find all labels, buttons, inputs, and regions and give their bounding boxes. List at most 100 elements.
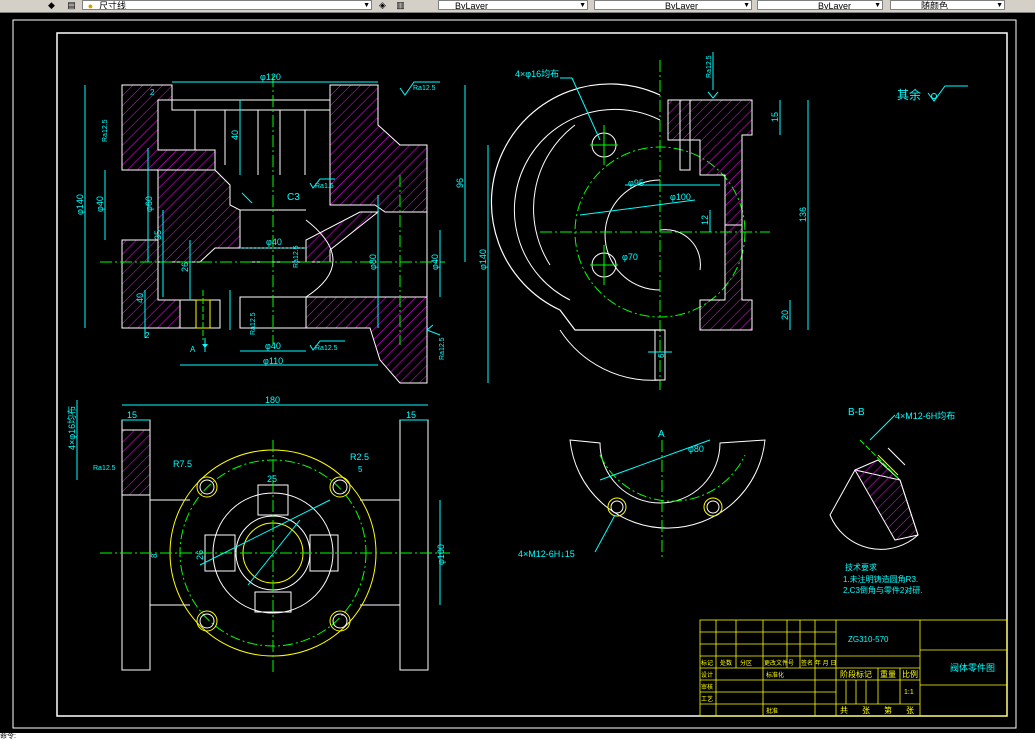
dim-d110: φ110 xyxy=(263,356,283,366)
tb-header-count: 处数 xyxy=(720,659,732,667)
bottom-hatch-flange xyxy=(121,429,151,496)
side-dim-136: 136 xyxy=(798,207,808,222)
command-line[interactable]: 命令: xyxy=(0,733,1035,740)
dim-d40-right: φ40 xyxy=(430,254,440,270)
side-hatch-top xyxy=(667,99,753,226)
layer-manager-icon[interactable]: ◆ xyxy=(46,0,57,11)
tb-header-mark: 标记 xyxy=(701,659,713,667)
tb-header-sign: 签名 xyxy=(801,659,813,667)
layer-previous-icon[interactable]: ▥ xyxy=(395,0,406,11)
lightbulb-icon: ● xyxy=(87,1,94,10)
side-bolt-holes-label: 4×φ16均布 xyxy=(515,68,559,79)
tb-craft: 工艺 xyxy=(701,695,713,703)
plotstyle-combo[interactable]: 随颜色 ▼ xyxy=(890,0,1005,10)
view-a-marker: A xyxy=(190,345,196,354)
tb-sheets-no: 第 xyxy=(884,705,892,715)
dim-d60: φ60 xyxy=(144,196,154,212)
bottom-dim-180: 180 xyxy=(265,395,280,405)
roughness-rest-note: 其余 xyxy=(897,85,968,102)
bottom-ra-12-5: Ra12.5 xyxy=(93,465,116,472)
side-dim-15: 15 xyxy=(770,112,780,122)
color-combo[interactable]: ByLayer ▼ xyxy=(438,0,588,10)
bottom-holes-label: 4×φ16均布 xyxy=(66,406,77,450)
front-hatch-bottom xyxy=(305,296,428,384)
dim-96: 96 xyxy=(455,178,465,188)
ra-1-6: Ra1.6 xyxy=(315,183,334,190)
bb-m12-thread: 4×M12-6H均布 xyxy=(895,410,955,421)
chevron-down-icon: ▼ xyxy=(363,2,370,9)
ra-12-5-d: Ra12.5 xyxy=(439,337,446,360)
command-line-text: 命令: xyxy=(0,733,16,740)
dim-d40-left: φ40 xyxy=(95,196,105,212)
dim-d40-bottom: φ40 xyxy=(265,341,281,351)
front-hatch-left-upper xyxy=(121,84,216,171)
tech-notes-line2: 2.C3倒角与零件2对研. xyxy=(843,585,923,595)
bottom-view xyxy=(76,400,450,675)
tech-notes-line1: 1.未注明铸造圆角R3. xyxy=(843,574,918,584)
arc-section-a-label: A xyxy=(658,429,665,440)
linetype-combo[interactable]: ByLayer ▼ xyxy=(594,0,752,10)
lineweight-combo[interactable]: ByLayer ▼ xyxy=(757,0,883,10)
arc-dim-d80: φ80 xyxy=(688,444,704,454)
make-current-icon[interactable]: ◈ xyxy=(377,0,388,11)
bb-hatch xyxy=(854,459,919,541)
front-hatch-center xyxy=(157,169,241,263)
side-ra-12-5: Ra12.5 xyxy=(706,55,713,78)
lineweight-combo-value: ByLayer xyxy=(818,1,852,10)
linetype-combo-value: ByLayer xyxy=(665,1,699,10)
dim-d40-mid: φ40 xyxy=(266,237,282,247)
chevron-down-icon: ▼ xyxy=(874,2,881,9)
plotstyle-combo-value: 随颜色 xyxy=(921,1,949,10)
tech-notes: 技术要求 1.未注明铸造圆角R3. 2.C3倒角与零件2对研. xyxy=(843,562,923,595)
tb-check: 审核 xyxy=(701,683,713,691)
tb-header-doc: 更改文件号 xyxy=(764,659,794,667)
side-view xyxy=(490,52,809,390)
tech-notes-title: 技术要求 xyxy=(845,562,877,572)
arc-view xyxy=(569,439,766,560)
side-dim-20: 20 xyxy=(780,310,790,320)
ra-12-5-mid: Ra12.5 xyxy=(293,245,300,268)
color-combo-value: ByLayer xyxy=(455,1,489,10)
dim-d140: φ140 xyxy=(75,194,85,215)
dim-d80: φ80 xyxy=(368,254,378,270)
sheet-border-inner xyxy=(56,32,1008,717)
layer-state-icon[interactable]: ▤ xyxy=(66,0,77,11)
tb-scale-value: 1:1 xyxy=(904,689,914,696)
tb-approve: 批准 xyxy=(766,707,778,715)
chevron-down-icon: ▼ xyxy=(743,2,750,9)
side-dim-d70: φ70 xyxy=(622,252,638,262)
dim-2-top: 2 xyxy=(150,88,155,97)
tb-design: 设计 xyxy=(701,671,713,679)
dim-26: 26 xyxy=(180,262,190,272)
side-dim-d95: φ95 xyxy=(628,178,644,188)
bottom-dim-15-left: 15 xyxy=(127,410,137,420)
tb-sheets-total: 共 xyxy=(840,706,848,715)
tb-sheet-word1: 张 xyxy=(862,706,870,715)
tb-header-zone: 分区 xyxy=(740,659,752,667)
ra-12-5-a: Ra12.5 xyxy=(102,119,109,142)
layer-combo-value: 尺寸线 xyxy=(99,1,127,10)
vertical-scrollbar[interactable] xyxy=(1020,13,1035,733)
roughness-rest-label: 其余 xyxy=(897,87,921,102)
side-dim-6: 6 xyxy=(657,353,666,358)
bottom-dim-5: 5 xyxy=(358,465,363,474)
sheet-border-outer xyxy=(12,19,1017,729)
dim-40-low: 40 xyxy=(135,293,145,303)
tb-standardize: 标准化 xyxy=(766,671,784,679)
dim-35: 35 xyxy=(153,230,163,240)
chevron-down-icon: ▼ xyxy=(579,2,586,9)
layer-combo[interactable]: ● 尺寸线 ▼ xyxy=(82,0,372,10)
side-dim-12: 12 xyxy=(700,215,710,225)
properties-toolbar: ◆ ▤ ● 尺寸线 ▼ ◈ ▥ ByLayer ▼ ByLayer ▼ ByLa… xyxy=(0,0,1035,13)
ra-12-5-b: Ra12.5 xyxy=(250,312,257,335)
chevron-down-icon: ▼ xyxy=(996,2,1003,9)
drawing-canvas[interactable]: φ120 φ110 φ40 φ40 C3 Ra1.6 Ra12.5 Ra12.5… xyxy=(0,13,1020,733)
dim-2-bottom: 2 xyxy=(145,331,150,340)
tb-scale: 比例 xyxy=(902,669,918,679)
bottom-dim-25: 25 xyxy=(267,474,277,484)
bottom-r2-5: R2.5 xyxy=(350,452,369,462)
dim-d140-right: φ140 xyxy=(478,249,488,270)
dim-d120: φ120 xyxy=(260,72,281,82)
ra-12-5-bottom: Ra12.5 xyxy=(315,345,338,352)
tb-header-date: 年 月 日 xyxy=(815,659,836,667)
